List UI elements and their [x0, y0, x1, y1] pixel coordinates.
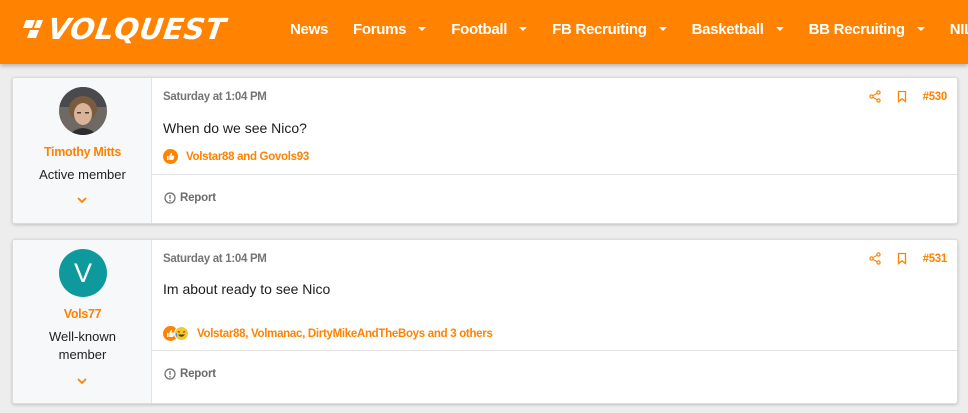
post-actions: #531	[868, 252, 948, 265]
share-icon[interactable]	[868, 252, 881, 265]
post-content: Saturday at 1:04 PM #531 Im about ready …	[152, 240, 957, 403]
user-title: Well-known member	[49, 329, 116, 362]
top-nav-bar: VOLQUEST News Forums Football FB Recruit…	[0, 0, 968, 64]
forum-post: Timothy Mitts Active member Saturday at …	[12, 77, 958, 224]
post-date[interactable]: Saturday at 1:04 PM	[163, 91, 267, 103]
post-body: Im about ready to see Nico	[163, 281, 331, 297]
report-label: Report	[180, 368, 216, 380]
post-content: Saturday at 1:04 PM #530 When do we see …	[152, 78, 957, 223]
share-icon[interactable]	[868, 90, 881, 103]
logo-mark-icon	[23, 20, 43, 38]
chevron-down-icon	[418, 27, 427, 31]
chevron-down-icon[interactable]	[77, 197, 87, 204]
bookmark-icon[interactable]	[896, 252, 908, 265]
nav-item-news[interactable]: News	[290, 21, 328, 38]
report-label: Report	[180, 192, 216, 204]
chevron-down-icon	[519, 27, 528, 31]
post-date[interactable]: Saturday at 1:04 PM	[163, 253, 267, 265]
report-icon	[164, 368, 176, 380]
reaction-icons	[163, 326, 189, 341]
main-nav: News Forums Football FB Recruiting Baske…	[290, 0, 968, 58]
report-button[interactable]: Report	[164, 368, 216, 380]
nav-label: Basketball	[691, 20, 764, 38]
user-photo-icon	[59, 87, 107, 135]
report-icon	[164, 192, 176, 204]
chevron-down-icon[interactable]	[77, 378, 87, 385]
chevron-down-icon	[775, 27, 784, 31]
post-user-cell: Timothy Mitts Active member	[13, 78, 152, 223]
post-user-cell: V Vols77 Well-known member	[13, 240, 152, 403]
forum-post: V Vols77 Well-known member Saturday at 1…	[12, 239, 958, 404]
nav-label: BB Recruiting	[808, 20, 905, 38]
post-footer: Report	[152, 350, 957, 403]
nav-item-football[interactable]: Football	[451, 20, 528, 38]
post-reactions[interactable]: Volstar88, Volmanac, DirtyMikeAndTheBoys…	[163, 326, 493, 341]
reaction-users[interactable]: Volstar88, Volmanac, DirtyMikeAndTheBoys…	[197, 328, 493, 340]
nav-label: Football	[451, 20, 508, 38]
user-title: Active member	[39, 167, 126, 182]
post-body: When do we see Nico?	[163, 120, 307, 136]
avatar[interactable]: V	[59, 249, 107, 297]
nav-item-bb-recruiting[interactable]: BB Recruiting	[809, 21, 925, 38]
reaction-icons	[163, 149, 178, 164]
nav-label: NIL	[949, 20, 968, 38]
nav-label: FB Recruiting	[552, 20, 647, 38]
nav-item-forums[interactable]: Forums	[353, 20, 427, 38]
chevron-down-icon	[916, 27, 925, 31]
laugh-icon	[174, 326, 189, 341]
username[interactable]: Vols77	[13, 307, 152, 321]
post-footer: Report	[152, 174, 957, 223]
site-logo[interactable]: VOLQUEST	[22, 12, 229, 46]
avatar[interactable]	[59, 87, 107, 135]
logo-text: VOLQUEST	[45, 12, 229, 46]
like-icon	[163, 149, 178, 164]
nav-item-fb-recruiting[interactable]: FB Recruiting	[552, 20, 667, 38]
nav-label: News	[290, 20, 328, 38]
chevron-down-icon	[658, 27, 667, 31]
post-reactions[interactable]: Volstar88 and Govols93	[163, 149, 309, 164]
report-button[interactable]: Report	[164, 192, 216, 204]
bookmark-icon[interactable]	[896, 90, 908, 103]
post-actions: #530	[868, 90, 948, 103]
post-number[interactable]: #530	[923, 91, 948, 103]
post-number[interactable]: #531	[923, 253, 948, 265]
nav-item-basketball[interactable]: Basketball	[692, 21, 784, 38]
nav-label: Forums	[353, 20, 407, 38]
username[interactable]: Timothy Mitts	[13, 145, 152, 159]
reaction-users[interactable]: Volstar88 and Govols93	[186, 151, 309, 163]
nav-item-nil[interactable]: NIL	[950, 21, 968, 38]
